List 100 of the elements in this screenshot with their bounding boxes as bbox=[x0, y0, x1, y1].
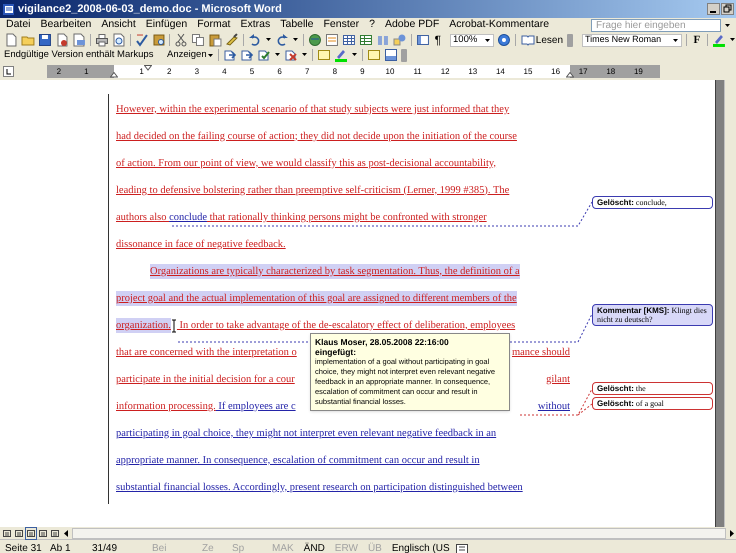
print-preview-icon[interactable] bbox=[112, 33, 126, 47]
comment-icon[interactable] bbox=[316, 48, 331, 62]
redo-icon[interactable] bbox=[275, 33, 290, 47]
ruler-number: 8 bbox=[332, 66, 338, 77]
mail-icon[interactable] bbox=[72, 33, 86, 47]
restore-icon[interactable] bbox=[721, 3, 734, 15]
reviewing-pane-icon[interactable] bbox=[384, 48, 398, 62]
paste-icon[interactable] bbox=[208, 33, 222, 47]
highlight-icon[interactable] bbox=[334, 48, 348, 62]
comment-balloon[interactable]: Kommentar [KMS]: Klingt dies nicht zu deutsch? bbox=[592, 304, 713, 326]
copy-icon[interactable] bbox=[191, 33, 206, 47]
spelling-icon[interactable] bbox=[134, 33, 148, 47]
undo-icon[interactable] bbox=[248, 33, 262, 47]
spreadsheet-icon[interactable] bbox=[358, 33, 373, 47]
menu-item[interactable]: Tabelle bbox=[280, 17, 314, 33]
tooltip-action: eingefügt: bbox=[315, 347, 358, 357]
deletion-balloon[interactable]: Gelöscht: the bbox=[592, 382, 713, 395]
print-layout-icon[interactable] bbox=[26, 528, 36, 538]
save-icon[interactable] bbox=[38, 33, 52, 47]
inserted-text: gilant bbox=[546, 372, 570, 387]
outline-view-icon[interactable] bbox=[38, 528, 48, 538]
display-mode-value: Endgültige Version enthält Markups bbox=[4, 48, 154, 62]
menu-item[interactable]: Adobe PDF bbox=[384, 17, 440, 33]
window-title: vigilance2_2008-06-03_demo.doc - Microsoft Word bbox=[18, 2, 282, 17]
ruler-number: 5 bbox=[248, 66, 256, 77]
new-document-icon[interactable] bbox=[4, 33, 18, 47]
toolbar-grip[interactable] bbox=[400, 48, 407, 62]
format-painter-icon[interactable] bbox=[225, 33, 240, 47]
tab-stop-icon[interactable] bbox=[3, 66, 14, 77]
indent-marker-icon[interactable] bbox=[110, 72, 118, 78]
ruler-number: 3 bbox=[194, 66, 200, 77]
inserted-text: that are concerned with the interpretation o bbox=[116, 346, 297, 360]
next-change-icon[interactable] bbox=[240, 48, 254, 62]
display-mode-dropdown[interactable]: Endgültige Version enthält Markups bbox=[4, 48, 164, 62]
status-indicator[interactable]: ÄND bbox=[298, 541, 330, 553]
read-button[interactable]: Lesen bbox=[520, 32, 564, 48]
indent-marker-icon[interactable] bbox=[566, 72, 574, 78]
toolbar-grip[interactable] bbox=[567, 34, 573, 46]
menu-item[interactable]: Extras bbox=[240, 17, 270, 33]
document-map-icon[interactable] bbox=[416, 33, 430, 47]
accept-change-icon[interactable] bbox=[256, 48, 271, 62]
globe-icon[interactable] bbox=[308, 33, 322, 47]
ruler-number: 12 bbox=[440, 66, 451, 77]
status-field: Sp bbox=[227, 541, 267, 553]
table-icon[interactable] bbox=[342, 33, 356, 47]
menu-item[interactable]: Ansicht bbox=[101, 17, 136, 33]
previous-change-icon[interactable] bbox=[222, 48, 237, 62]
web-view-icon[interactable] bbox=[14, 528, 24, 538]
scroll-left-icon[interactable] bbox=[62, 528, 70, 538]
spelling-status-icon[interactable] bbox=[454, 542, 469, 553]
menu-item[interactable]: ? bbox=[369, 17, 375, 33]
highlight-icon[interactable] bbox=[712, 33, 726, 47]
menu-item[interactable]: Acrobat-Kommentare bbox=[449, 17, 550, 33]
cut-icon[interactable] bbox=[174, 33, 188, 47]
page-number: Seite 31 bbox=[4, 542, 43, 553]
ruler-number: 19 bbox=[632, 66, 644, 77]
status-field: Ze bbox=[197, 541, 227, 553]
menu-item[interactable]: Bearbeiten bbox=[40, 17, 92, 33]
zoom-dropdown[interactable]: 100% bbox=[450, 34, 494, 46]
text-cursor-icon bbox=[170, 318, 177, 332]
table-document-icon[interactable] bbox=[324, 33, 339, 47]
inserted-text: conclude bbox=[169, 210, 207, 225]
menu-item[interactable]: Datei bbox=[6, 17, 31, 33]
minimize-icon[interactable] bbox=[707, 3, 720, 15]
status-field: Bei bbox=[147, 541, 197, 553]
zoom-value: 100% bbox=[453, 32, 478, 47]
horizontal-scrollbar[interactable] bbox=[72, 528, 726, 538]
drawing-icon[interactable] bbox=[392, 33, 407, 47]
formatting-marks-button[interactable]: ¶ bbox=[432, 34, 444, 46]
inserted-text: information processing. bbox=[116, 400, 216, 414]
font-dropdown[interactable]: Times New Roman bbox=[582, 34, 682, 46]
permission-icon[interactable] bbox=[54, 33, 69, 47]
print-icon[interactable] bbox=[94, 33, 109, 47]
ruler-number: 11 bbox=[412, 66, 423, 77]
menu-item[interactable]: Format bbox=[197, 17, 230, 33]
inserted-text: If employees are c bbox=[217, 400, 296, 414]
reject-change-icon[interactable] bbox=[284, 48, 298, 62]
deletion-balloon[interactable]: Gelöscht: of a goal bbox=[592, 397, 713, 410]
inserted-text: In order to take advantage of the de-escalatory effect of deliberation, employees bbox=[178, 318, 516, 333]
ruler-number: 15 bbox=[522, 66, 534, 77]
reading-view-icon[interactable] bbox=[50, 528, 60, 538]
help-box[interactable]: Frage hier eingeben bbox=[591, 18, 721, 32]
inserted-text: had decided on the failing course of action; they did not decide upon the initiation of the course bbox=[116, 130, 517, 144]
menu-item[interactable]: Einfügen bbox=[146, 17, 188, 33]
menu-item[interactable]: Fenster bbox=[324, 17, 360, 33]
indent-marker-icon[interactable] bbox=[144, 65, 152, 71]
scroll-right-icon[interactable] bbox=[728, 528, 736, 538]
inserted-text: without bbox=[538, 400, 570, 414]
commented-text: project goal and the actual implementation of this goal are assigned to different members of the bbox=[116, 290, 517, 306]
commented-text: organization. bbox=[116, 318, 171, 334]
ruler-number: 2 bbox=[56, 66, 62, 77]
show-menu-button[interactable]: Anzeigen bbox=[167, 48, 214, 62]
inserted-text: of action. From our point of view, we would classify this as post-decisional accountability, bbox=[116, 156, 496, 171]
inserted-text: substantial financial losses. Accordingly, present research on participation distinguished between bbox=[116, 480, 523, 495]
ruler-number: 10 bbox=[384, 66, 396, 77]
normal-view-icon[interactable] bbox=[2, 528, 12, 538]
help-icon[interactable] bbox=[496, 33, 511, 47]
bold-button[interactable]: F bbox=[690, 32, 704, 48]
language-indicator: Englisch (US bbox=[390, 542, 451, 553]
deletion-balloon[interactable]: Gelöscht: conclude, bbox=[592, 196, 713, 209]
